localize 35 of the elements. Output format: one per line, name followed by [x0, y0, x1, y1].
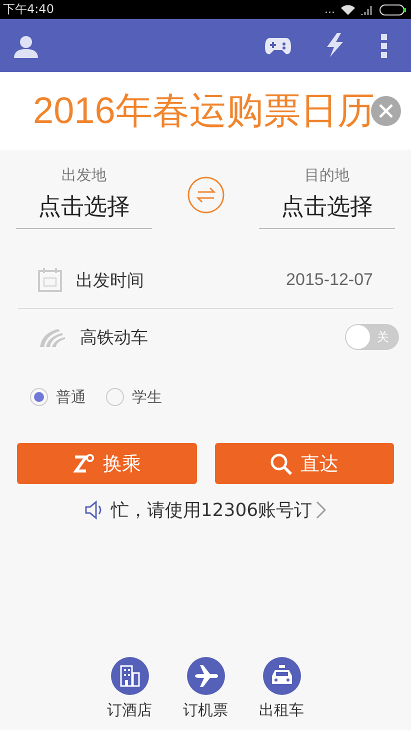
from-label: 出发地: [62, 166, 106, 185]
from-field[interactable]: 点击选择: [16, 191, 152, 229]
notification-dots: ...: [324, 4, 335, 15]
battery-icon: [379, 4, 407, 16]
radio-button[interactable]: [30, 388, 48, 406]
train-label: 高铁动车: [80, 326, 148, 348]
chevron-icon[interactable]: [316, 501, 326, 519]
route-icon: [72, 454, 95, 474]
wifi-icon: [341, 4, 355, 15]
banner-title: 2016年春运购票日历: [33, 89, 374, 133]
calendar-icon: [38, 268, 62, 292]
building-icon[interactable]: [110, 657, 148, 695]
gamepad-icon[interactable]: [265, 36, 291, 54]
date-value: 2015-12-07: [286, 270, 373, 290]
to-label: 目的地: [304, 166, 350, 185]
radio-label: 普通: [56, 388, 86, 406]
radio-label: 学生: [132, 388, 162, 406]
date-label: 出发时间: [76, 270, 144, 292]
shortcut-label: 订机票: [183, 701, 228, 720]
search-icon: [270, 452, 292, 474]
close-icon[interactable]: [371, 96, 401, 126]
date-row[interactable]: 出发时间 2015-12-07: [18, 252, 393, 309]
train-icon: [38, 327, 66, 347]
notice-text[interactable]: 忙，请使用12306账号订: [110, 498, 312, 522]
to-field[interactable]: 点击选择: [259, 191, 395, 229]
signal-icon: [361, 4, 373, 14]
swap-icon[interactable]: [186, 176, 224, 214]
more-icon[interactable]: [381, 34, 387, 58]
airplane-icon[interactable]: [186, 657, 224, 695]
user-icon[interactable]: [13, 34, 39, 58]
shortcut-label: 订酒店: [107, 701, 152, 720]
status-time: 下午4:40: [3, 1, 54, 18]
taxi-icon[interactable]: [262, 657, 300, 695]
radio-button[interactable]: [106, 388, 124, 406]
shortcut-label: 出租车: [259, 701, 304, 720]
